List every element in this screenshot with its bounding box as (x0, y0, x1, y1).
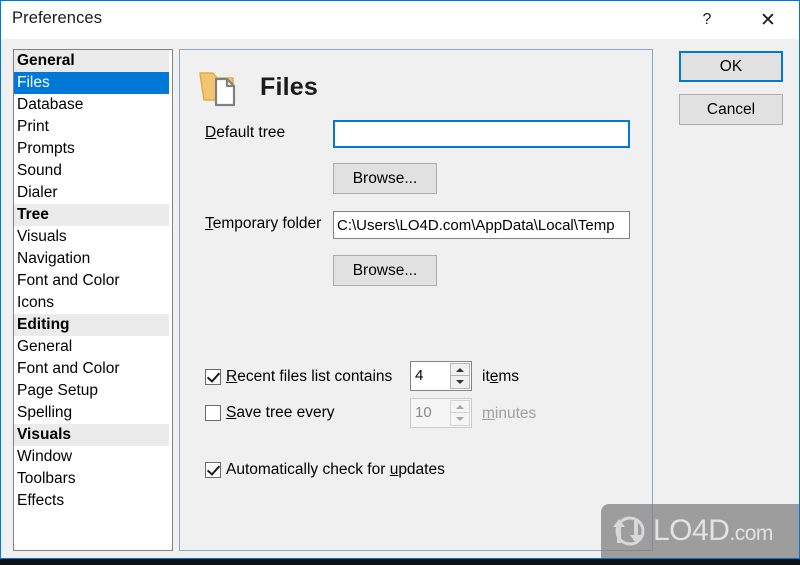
save-tree-label: Save tree every (226, 404, 335, 421)
category-item-prompts[interactable]: Prompts (14, 138, 172, 160)
save-tree-value: 10 (415, 404, 432, 421)
temporary-folder-label: Temporary folder (205, 215, 322, 232)
category-item-general[interactable]: General (14, 336, 172, 358)
arrow-down-icon (456, 380, 464, 384)
category-item-database[interactable]: Database (14, 94, 172, 116)
category-item-font-and-color[interactable]: Font and Color (14, 270, 172, 292)
recent-files-value[interactable]: 4 (411, 362, 450, 390)
default-tree-input[interactable] (333, 120, 630, 148)
category-group-visuals: Visuals (14, 424, 169, 446)
close-icon: ✕ (760, 9, 776, 31)
auto-update-checkbox[interactable] (205, 462, 221, 478)
page-title: Files (260, 72, 318, 101)
folder-document-icon (199, 72, 236, 107)
browse-default-tree-button[interactable]: Browse... (333, 163, 437, 194)
temporary-folder-input[interactable] (333, 211, 630, 239)
arrow-down-icon (456, 417, 464, 421)
cancel-button[interactable]: Cancel (679, 94, 783, 125)
category-item-toolbars[interactable]: Toolbars (14, 468, 172, 490)
category-item-navigation[interactable]: Navigation (14, 248, 172, 270)
category-item-icons[interactable]: Icons (14, 292, 172, 314)
recent-files-increment-button[interactable] (450, 363, 470, 376)
category-group-editing: Editing (14, 314, 169, 336)
category-group-general: General (14, 50, 169, 72)
screen-bottom-strip (0, 559, 800, 565)
browse-temporary-folder-button[interactable]: Browse... (333, 255, 437, 286)
recent-files-label: Recent files list contains (226, 368, 393, 385)
help-icon: ? (702, 11, 712, 28)
arrow-up-icon (456, 404, 464, 409)
recent-files-row[interactable]: Recent files list contains (205, 368, 392, 386)
ok-button[interactable]: OK (679, 51, 783, 82)
save-tree-stepper: 10 (410, 398, 472, 428)
category-item-effects[interactable]: Effects (14, 490, 172, 512)
save-tree-row[interactable]: Save tree every (205, 404, 335, 422)
page-header: Files (196, 64, 318, 110)
category-item-print[interactable]: Print (14, 116, 172, 138)
auto-update-row[interactable]: Automatically check for updates (205, 461, 445, 479)
category-item-sound[interactable]: Sound (14, 160, 172, 182)
window-title: Preferences (12, 9, 103, 27)
category-list[interactable]: General Files Database Print Prompts Sound Dia… (13, 49, 173, 551)
title-bar: Preferences ? ✕ (1, 1, 799, 39)
watermark-text: LO4D.com (653, 514, 773, 547)
category-item-files[interactable]: Files (14, 72, 169, 94)
save-tree-stepper-buttons (450, 400, 470, 426)
arrow-up-icon (456, 367, 464, 372)
save-tree-increment-button (450, 400, 470, 413)
recent-files-stepper[interactable]: 4 (410, 361, 472, 391)
recent-files-stepper-buttons (450, 363, 470, 389)
category-item-window[interactable]: Window (14, 446, 172, 468)
category-item-visuals[interactable]: Visuals (14, 226, 172, 248)
category-item-dialer[interactable]: Dialer (14, 182, 172, 204)
recent-files-decrement-button[interactable] (450, 376, 470, 389)
items-unit-label: items (482, 368, 520, 385)
help-button[interactable]: ? (684, 1, 730, 39)
minutes-unit-label: minutes (482, 405, 537, 422)
category-group-tree: Tree (14, 204, 169, 226)
category-item-spelling[interactable]: Spelling (14, 402, 172, 424)
close-button[interactable]: ✕ (745, 1, 791, 39)
save-tree-decrement-button (450, 413, 470, 426)
auto-update-label: Automatically check for updates (226, 461, 445, 478)
settings-panel: Files Default tree Browse... Temporary f… (179, 49, 653, 551)
preferences-window: Preferences ? ✕ General Files Database Prin… (0, 0, 800, 559)
default-tree-label: Default tree (205, 124, 286, 141)
save-tree-checkbox[interactable] (205, 405, 221, 421)
category-item-font-and-color[interactable]: Font and Color (14, 358, 172, 380)
recent-files-checkbox[interactable] (205, 369, 221, 385)
category-item-page-setup[interactable]: Page Setup (14, 380, 172, 402)
